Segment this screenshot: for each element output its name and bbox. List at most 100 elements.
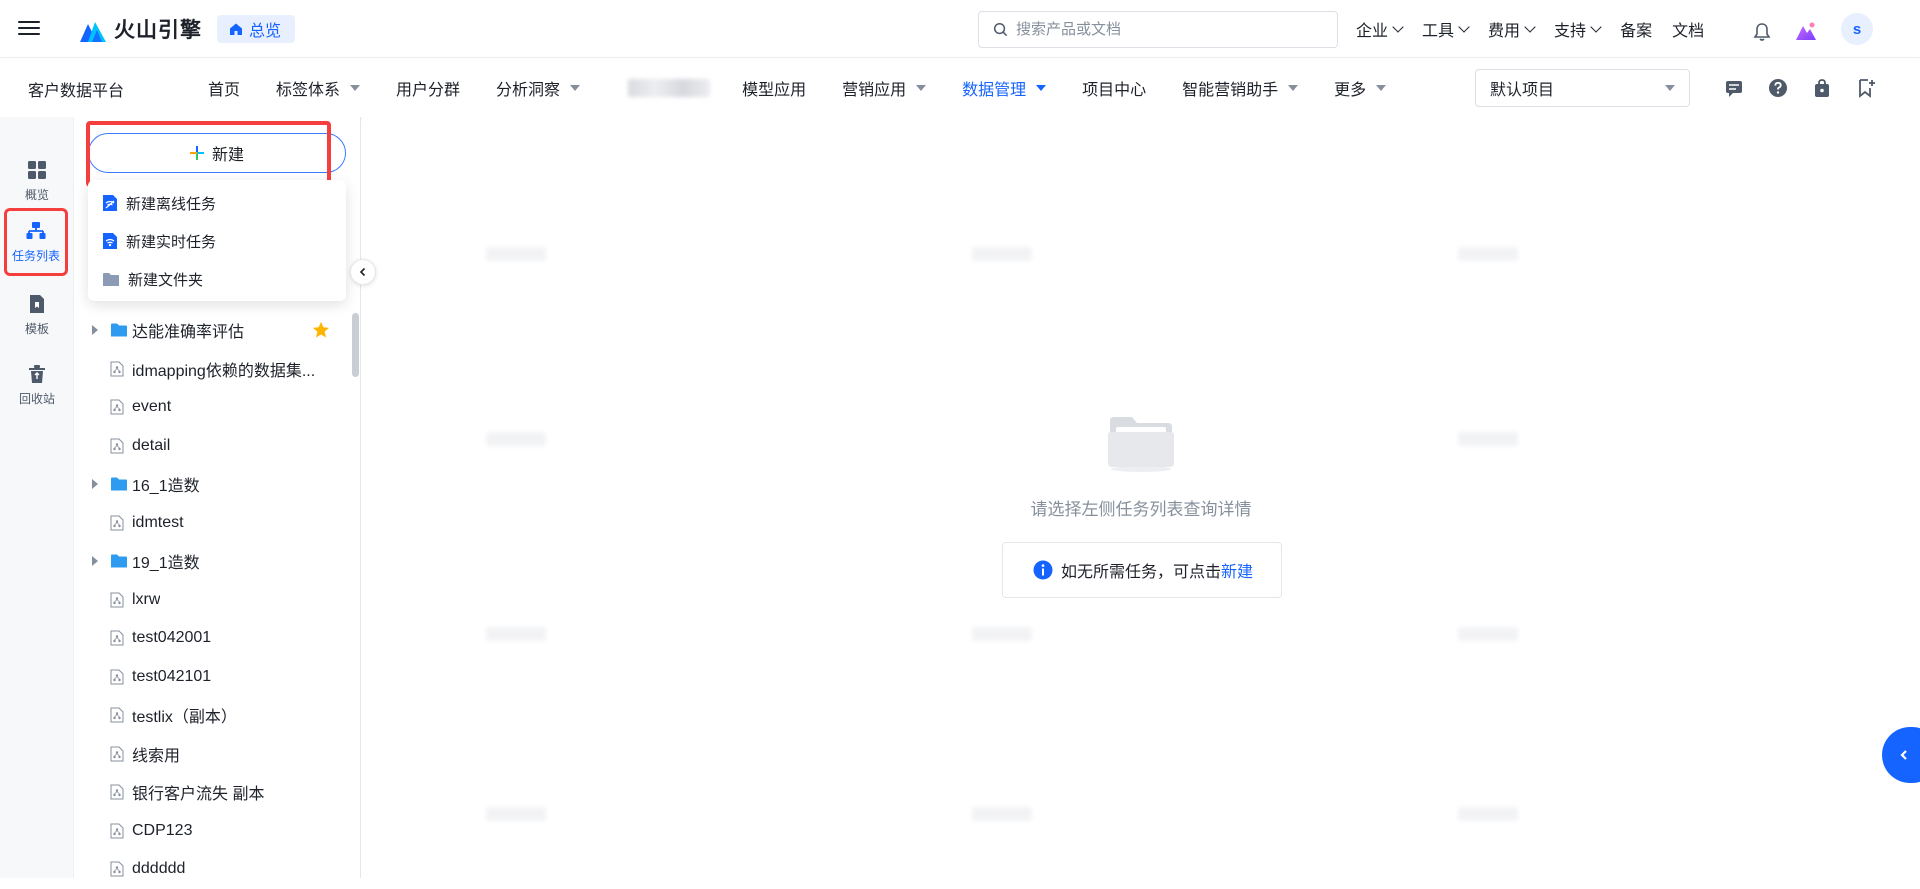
nav-filing[interactable]: 备案 (1620, 17, 1652, 41)
project-select[interactable]: 默认项目 (1475, 69, 1690, 107)
task-file-icon (110, 399, 124, 415)
tab-home-label: 首页 (208, 82, 241, 99)
task-file-icon (110, 515, 124, 531)
tree-item-label: lxrw (132, 590, 161, 608)
rail-recycle-bin[interactable]: 回收站 (6, 353, 68, 417)
search-box[interactable] (978, 11, 1338, 48)
tree-item-label: test042001 (132, 629, 212, 647)
caret-down-icon (1665, 85, 1675, 91)
nav-docs[interactable]: 文档 (1672, 17, 1704, 41)
caret-down-icon (350, 85, 361, 91)
expand-arrow-icon[interactable] (92, 556, 98, 567)
tab-data-management[interactable]: 数据管理 (962, 76, 1047, 100)
tree-folder[interactable]: 达能准确率评估 (74, 311, 350, 350)
user-avatar[interactable]: s (1841, 13, 1873, 45)
menu-new-offline-task[interactable]: 新建离线任务 (88, 184, 346, 222)
watermark (1458, 807, 1518, 821)
tree-task[interactable]: idmapping依赖的数据集... (74, 350, 350, 389)
expand-arrow-icon[interactable] (92, 479, 98, 490)
task-file-icon (110, 823, 124, 839)
tree-task[interactable]: testlix（副本） (74, 696, 350, 735)
rail-task-list[interactable]: 任务列表 (4, 208, 68, 276)
nav-billing[interactable]: 费用 (1488, 17, 1536, 41)
tree-task[interactable]: lxrw (74, 581, 350, 620)
tree-task[interactable]: idmtest (74, 504, 350, 543)
grid-icon (28, 160, 46, 179)
collapse-panel-button[interactable] (350, 259, 376, 285)
rail-overview[interactable]: 概览 (6, 149, 68, 213)
brand-name: 火山引擎 (114, 19, 202, 42)
hint-new-link[interactable]: 新建 (1221, 564, 1253, 581)
info-icon (1033, 560, 1053, 580)
ai-assistant-icon[interactable] (1795, 20, 1817, 42)
task-file-icon (110, 438, 124, 454)
hamburger-menu-icon[interactable] (18, 17, 40, 39)
tree-item-label: idmapping依赖的数据集... (132, 362, 316, 380)
chevron-down-icon (1590, 21, 1602, 33)
tab-analysis-label: 分析洞察 (496, 82, 561, 99)
caret-down-icon (1376, 85, 1387, 91)
watermark (486, 247, 546, 261)
tree-task[interactable]: 银行客户流失 副本 (74, 773, 350, 812)
tab-more[interactable]: 更多 (1334, 76, 1387, 100)
tree-folder[interactable]: 19_1造数 (74, 542, 350, 581)
redacted-nav-item (628, 79, 711, 97)
chevron-down-icon (1458, 21, 1470, 33)
tab-project-center[interactable]: 项目中心 (1082, 76, 1146, 100)
task-panel: 新建 新建离线任务 新建实时任务 新建文件夹 达能准确率评估 idmapping… (74, 117, 376, 878)
watermark (972, 247, 1032, 261)
help-icon[interactable] (1768, 78, 1788, 98)
nav-support-label: 支持 (1554, 23, 1587, 40)
tree-task[interactable]: test042101 (74, 658, 350, 697)
search-icon (993, 22, 1008, 37)
home-icon (230, 23, 242, 35)
tree-item-label: 达能准确率评估 (132, 324, 245, 342)
tab-user-segments[interactable]: 用户分群 (396, 76, 460, 100)
empty-state-text: 请选择左侧任务列表查询详情 (1030, 500, 1252, 519)
search-input[interactable] (1016, 21, 1316, 38)
nav-tools[interactable]: 工具 (1422, 17, 1470, 41)
menu-new-folder[interactable]: 新建文件夹 (88, 260, 346, 298)
tab-marketing-apps[interactable]: 营销应用 (842, 76, 927, 100)
expand-arrow-icon[interactable] (92, 325, 98, 336)
tab-smart-marketing[interactable]: 智能营销助手 (1182, 76, 1299, 100)
tree-task[interactable]: 线索用 (74, 735, 350, 774)
task-file-icon (110, 784, 124, 800)
tree-folder[interactable]: 16_1造数 (74, 465, 350, 504)
tree-item-label: event (132, 398, 172, 416)
tab-model-apps[interactable]: 模型应用 (742, 76, 806, 100)
tree-item-label: 银行客户流失 副本 (132, 786, 265, 804)
tab-analysis[interactable]: 分析洞察 (496, 76, 581, 100)
rail-templates[interactable]: 模板 (6, 283, 68, 347)
bell-icon[interactable] (1753, 22, 1771, 42)
tree-item-label: 16_1造数 (132, 478, 200, 496)
nav-enterprise[interactable]: 企业 (1356, 17, 1404, 41)
rail-task-list-label: 任务列表 (11, 248, 60, 263)
bookmark-add-icon[interactable] (1856, 78, 1876, 98)
tab-tag-system[interactable]: 标签体系 (276, 76, 361, 100)
tree-task[interactable]: CDP123 (74, 812, 350, 851)
rail-overview-label: 概览 (24, 187, 49, 202)
menu-new-realtime-task[interactable]: 新建实时任务 (88, 222, 346, 260)
chevron-left-icon (1900, 750, 1907, 760)
chevron-down-icon (1524, 21, 1536, 33)
watermark (972, 627, 1032, 641)
message-icon[interactable] (1724, 78, 1744, 98)
tree-task[interactable]: detail (74, 427, 350, 466)
top-nav: 企业 工具 费用 支持 备案 文档 (1356, 0, 1704, 58)
tab-home[interactable]: 首页 (208, 76, 240, 100)
watermark (486, 627, 546, 641)
overview-button[interactable]: 总览 (217, 15, 296, 43)
nav-filing-label: 备案 (1620, 23, 1653, 40)
menu-new-realtime-task-label: 新建实时任务 (126, 233, 217, 251)
tree-task[interactable]: test042001 (74, 619, 350, 658)
shopping-bag-icon[interactable] (1812, 78, 1832, 98)
task-tree: 达能准确率评估 idmapping依赖的数据集... event detail … (74, 311, 350, 889)
brand-logo[interactable]: 火山引擎 (78, 14, 202, 44)
overview-label: 总览 (249, 23, 282, 40)
tree-task[interactable]: event (74, 388, 350, 427)
nav-support[interactable]: 支持 (1554, 17, 1602, 41)
task-tree-scrollbar[interactable] (352, 313, 359, 377)
tree-task[interactable]: dddddd (74, 850, 350, 889)
star-icon[interactable] (312, 321, 330, 339)
